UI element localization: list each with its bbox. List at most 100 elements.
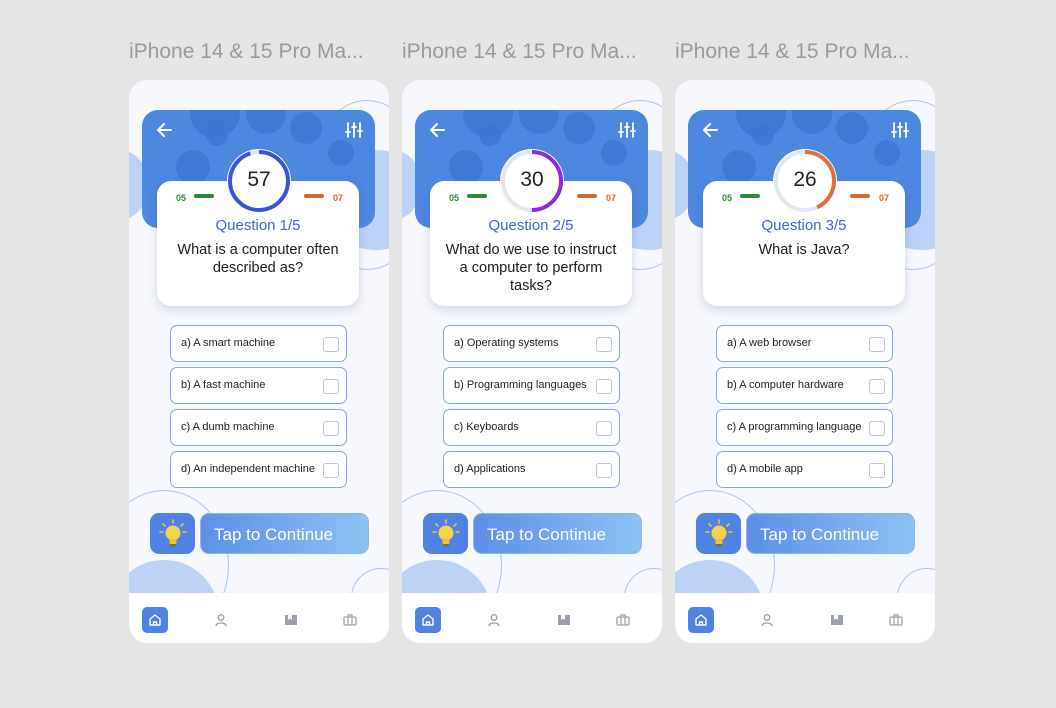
answer-option-label: b) Programming languages bbox=[454, 379, 587, 391]
answer-checkbox[interactable] bbox=[869, 421, 885, 436]
wrong-count: 07 bbox=[332, 193, 343, 203]
header-bubble bbox=[563, 112, 595, 144]
header-bubble bbox=[722, 150, 756, 184]
header-bubble bbox=[290, 112, 322, 144]
answer-option[interactable]: d) Applications bbox=[443, 451, 620, 488]
countdown-timer: 30 bbox=[500, 149, 564, 213]
filter-settings-button[interactable] bbox=[889, 118, 911, 142]
nav-portfolio[interactable] bbox=[337, 607, 363, 633]
correct-count: 05 bbox=[449, 193, 460, 203]
answer-option[interactable]: d) A mobile app bbox=[716, 451, 893, 488]
header-bubble bbox=[176, 150, 210, 184]
hint-button[interactable] bbox=[423, 513, 468, 554]
continue-button[interactable]: Tap to Continue bbox=[200, 513, 369, 554]
sliders-icon bbox=[343, 122, 365, 146]
wrong-bar bbox=[577, 194, 597, 198]
filter-settings-button[interactable] bbox=[616, 118, 638, 142]
answer-option[interactable]: c) Keyboards bbox=[443, 409, 620, 446]
filter-settings-button[interactable] bbox=[343, 118, 365, 142]
answer-option[interactable]: b) A fast machine bbox=[170, 367, 347, 404]
wrong-count: 07 bbox=[605, 193, 616, 203]
answer-option[interactable]: b) Programming languages bbox=[443, 367, 620, 404]
answer-checkbox[interactable] bbox=[869, 379, 885, 394]
answer-checkbox[interactable] bbox=[596, 379, 612, 394]
answer-option-label: c) A programming language bbox=[727, 421, 862, 433]
continue-label: Tap to Continue bbox=[214, 525, 334, 544]
header-bubble bbox=[519, 110, 559, 134]
correct-bar bbox=[740, 194, 760, 198]
header-bubble bbox=[752, 124, 774, 146]
hint-button[interactable] bbox=[696, 513, 741, 554]
nav-home[interactable] bbox=[688, 607, 714, 633]
continue-button[interactable]: Tap to Continue bbox=[746, 513, 915, 554]
correct-bar bbox=[467, 194, 487, 198]
question-number: Question 2/5 bbox=[488, 217, 574, 234]
wrong-bar bbox=[304, 194, 324, 198]
timer-value: 57 bbox=[247, 168, 271, 191]
arrow-left-icon bbox=[154, 123, 176, 146]
answer-checkbox[interactable] bbox=[596, 421, 612, 436]
correct-bar bbox=[194, 194, 214, 198]
lightbulb-icon bbox=[705, 519, 733, 554]
nav-library[interactable] bbox=[551, 607, 577, 633]
answer-checkbox[interactable] bbox=[323, 463, 339, 478]
nav-profile[interactable] bbox=[481, 607, 507, 633]
continue-button[interactable]: Tap to Continue bbox=[473, 513, 642, 554]
answer-option[interactable]: a) A smart machine bbox=[170, 325, 347, 362]
question-text: What is a computer often described as? bbox=[177, 242, 339, 276]
nav-home[interactable] bbox=[415, 607, 441, 633]
nav-library[interactable] bbox=[824, 607, 850, 633]
answer-checkbox[interactable] bbox=[869, 337, 885, 352]
nav-profile[interactable] bbox=[754, 607, 780, 633]
nav-home[interactable] bbox=[142, 607, 168, 633]
nav-portfolio[interactable] bbox=[883, 607, 909, 633]
answer-option[interactable]: c) A programming language bbox=[716, 409, 893, 446]
question-number: Question 1/5 bbox=[215, 217, 301, 234]
nav-portfolio[interactable] bbox=[610, 607, 636, 633]
continue-label: Tap to Continue bbox=[760, 525, 880, 544]
answer-option-label: d) A mobile app bbox=[727, 463, 803, 475]
frame-title: iPhone 14 & 15 Pro Ma... bbox=[129, 40, 364, 63]
answer-option-label: a) A web browser bbox=[727, 337, 812, 349]
header-bubble bbox=[792, 110, 832, 134]
question-number: Question 3/5 bbox=[761, 217, 847, 234]
nav-profile[interactable] bbox=[208, 607, 234, 633]
answer-option-label: a) A smart machine bbox=[181, 337, 276, 349]
answer-option[interactable]: a) A web browser bbox=[716, 325, 893, 362]
answer-checkbox[interactable] bbox=[323, 421, 339, 436]
countdown-timer: 57 bbox=[227, 149, 291, 213]
arrow-left-icon bbox=[427, 123, 449, 146]
answer-option-label: c) Keyboards bbox=[454, 421, 519, 433]
phone-screen: 05 07 Question 3/5 What is Java? 26 a) A web … bbox=[675, 80, 935, 643]
question-text: What do we use to instruct a computer to… bbox=[445, 242, 617, 294]
lightbulb-icon bbox=[159, 519, 187, 554]
timer-value: 26 bbox=[793, 168, 817, 191]
header-bubble bbox=[246, 110, 286, 134]
nav-library[interactable] bbox=[278, 607, 304, 633]
arrow-left-icon bbox=[700, 123, 722, 146]
answer-option-label: a) Operating systems bbox=[454, 337, 559, 349]
back-button[interactable] bbox=[427, 118, 449, 142]
answer-option-label: b) A computer hardware bbox=[727, 379, 844, 391]
correct-count: 05 bbox=[722, 193, 733, 203]
answer-option[interactable]: d) An independent machine bbox=[170, 451, 347, 488]
answer-option[interactable]: a) Operating systems bbox=[443, 325, 620, 362]
answer-checkbox[interactable] bbox=[869, 463, 885, 478]
correct-count: 05 bbox=[176, 193, 187, 203]
answer-checkbox[interactable] bbox=[596, 337, 612, 352]
continue-label: Tap to Continue bbox=[487, 525, 607, 544]
back-button[interactable] bbox=[700, 118, 722, 142]
wrong-bar bbox=[850, 194, 870, 198]
answer-option[interactable]: b) A computer hardware bbox=[716, 367, 893, 404]
answer-option[interactable]: c) A dumb machine bbox=[170, 409, 347, 446]
answer-checkbox[interactable] bbox=[323, 337, 339, 352]
back-button[interactable] bbox=[154, 118, 176, 142]
answer-option-label: d) An independent machine bbox=[181, 463, 315, 475]
hint-button[interactable] bbox=[150, 513, 195, 554]
answer-checkbox[interactable] bbox=[323, 379, 339, 394]
answer-checkbox[interactable] bbox=[596, 463, 612, 478]
countdown-timer: 26 bbox=[773, 149, 837, 213]
sliders-icon bbox=[616, 122, 638, 146]
question-text: What is Java? bbox=[758, 242, 850, 258]
phone-screen: 05 07 Question 1/5 What is a computer often… bbox=[129, 80, 389, 643]
